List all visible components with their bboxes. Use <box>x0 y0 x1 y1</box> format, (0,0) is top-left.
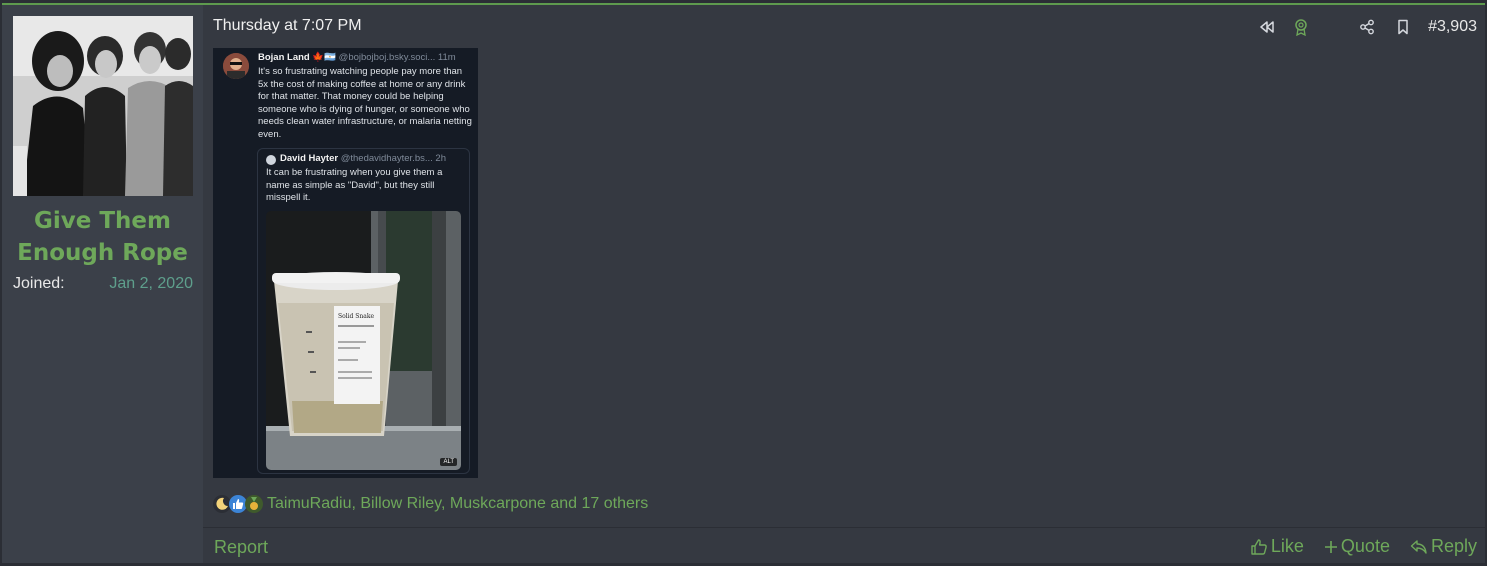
cup-label: Solid Snake <box>338 313 374 320</box>
joined-row: Joined: Jan 2, 2020 <box>13 275 193 293</box>
post-footer: Report Like Quote Reply <box>203 527 1485 563</box>
alt-badge: ALT <box>440 458 457 466</box>
quote-text: It can be frustrating when you give them… <box>266 167 443 203</box>
share-icon[interactable] <box>1356 16 1378 38</box>
bookmark-icon[interactable] <box>1392 16 1414 38</box>
post-main: Thursday at 7:07 PM #3,903 Bojan Land 🍁🇦… <box>203 5 1485 563</box>
post-actions-top: #3,903 <box>1256 15 1477 39</box>
like-button[interactable]: Like <box>1250 536 1304 557</box>
post-container: Give Them Enough Rope Joined: Jan 2, 202… <box>2 3 1485 563</box>
reaction-icons <box>213 495 263 513</box>
quote-card: David Hayter @thedavidhayter.bs... 2h It… <box>257 148 470 474</box>
post-timestamp[interactable]: Thursday at 7:07 PM <box>213 17 362 35</box>
embed-text: It's so frustrating watching people pay … <box>258 66 472 140</box>
rewind-icon[interactable] <box>1256 16 1278 38</box>
quote-button[interactable]: Quote <box>1324 536 1390 557</box>
medal-icon <box>245 495 263 513</box>
joined-date: Jan 2, 2020 <box>109 275 193 292</box>
user-block: Give Them Enough Rope Joined: Jan 2, 202… <box>2 5 203 563</box>
reply-icon <box>1410 539 1427 554</box>
post-number[interactable]: #3,903 <box>1428 18 1477 36</box>
embedded-image[interactable]: Bojan Land 🍁🇦🇷 @bojbojboj.bsky.soci... 1… <box>213 48 478 478</box>
award-icon[interactable] <box>1290 16 1312 38</box>
quote-label: Quote <box>1340 536 1390 556</box>
username[interactable]: Give Them Enough Rope <box>2 205 203 269</box>
plus-icon <box>1324 540 1337 553</box>
embed-author-avatar <box>223 53 249 79</box>
reactions-bar[interactable]: TaimuRadiu, Billow Riley, Muskcarpone an… <box>213 495 648 513</box>
like-label: Like <box>1270 536 1304 556</box>
report-button[interactable]: Report <box>214 537 268 558</box>
reply-button[interactable]: Reply <box>1410 536 1477 557</box>
avatar[interactable] <box>13 16 193 196</box>
cup-photo: Solid Snake ALT <box>266 211 461 470</box>
embed-author: Bojan Land 🍁🇦🇷 @bojbojboj.bsky.soci... 1… <box>258 52 456 63</box>
quote-author: David Hayter @thedavidhayter.bs... 2h <box>280 153 446 164</box>
thumbs-up-icon <box>1251 538 1267 555</box>
reactions-summary[interactable]: TaimuRadiu, Billow Riley, Muskcarpone an… <box>267 495 648 513</box>
joined-label: Joined: <box>13 275 65 292</box>
quote-author-avatar <box>266 155 276 165</box>
reply-label: Reply <box>1430 536 1477 556</box>
footer-actions: Like Quote Reply <box>1230 536 1477 557</box>
